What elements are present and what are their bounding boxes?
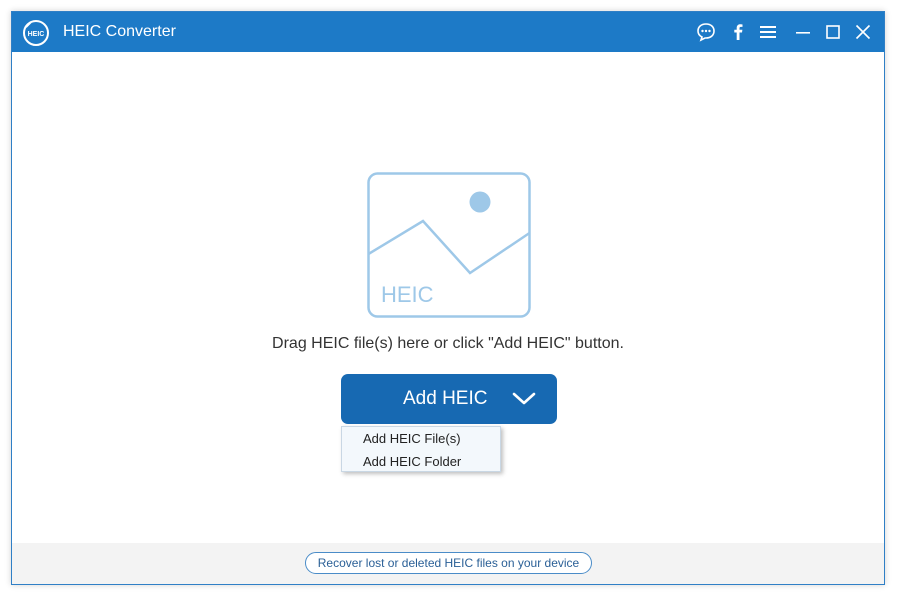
facebook-icon[interactable] [728, 22, 748, 42]
menu-icon[interactable] [758, 22, 778, 42]
drop-area[interactable]: HEIC Drag HEIC file(s) here or click "Ad… [12, 52, 884, 584]
drag-hint-text: Drag HEIC file(s) here or click "Add HEI… [272, 335, 624, 352]
app-window: HEIC HEIC Converter HEIC Drag HEIC file(… [11, 11, 885, 585]
chevron-down-icon[interactable] [512, 391, 536, 407]
app-title: HEIC Converter [63, 23, 176, 40]
title-bar[interactable]: HEIC HEIC Converter [12, 12, 884, 52]
add-heic-button[interactable]: Add HEIC [341, 374, 557, 424]
placeholder-label: HEIC [381, 282, 434, 307]
minimize-icon[interactable] [793, 22, 813, 42]
app-logo-text: HEIC [28, 31, 45, 38]
menu-item-add-heic-files[interactable]: Add HEIC File(s) [363, 431, 461, 446]
menu-item-add-heic-folder[interactable]: Add HEIC Folder [363, 454, 461, 469]
close-icon[interactable] [853, 22, 873, 42]
add-heic-dropdown-menu: Add HEIC File(s) Add HEIC Folder [341, 426, 501, 472]
maximize-icon[interactable] [823, 22, 843, 42]
heic-image-placeholder-icon: HEIC [367, 172, 531, 318]
chat-icon[interactable] [696, 22, 716, 42]
app-logo-icon: HEIC [23, 20, 49, 46]
add-heic-button-label: Add HEIC [403, 388, 488, 409]
footer-bar: Recover lost or deleted HEIC files on yo… [12, 543, 884, 584]
recover-files-link[interactable]: Recover lost or deleted HEIC files on yo… [305, 552, 592, 574]
